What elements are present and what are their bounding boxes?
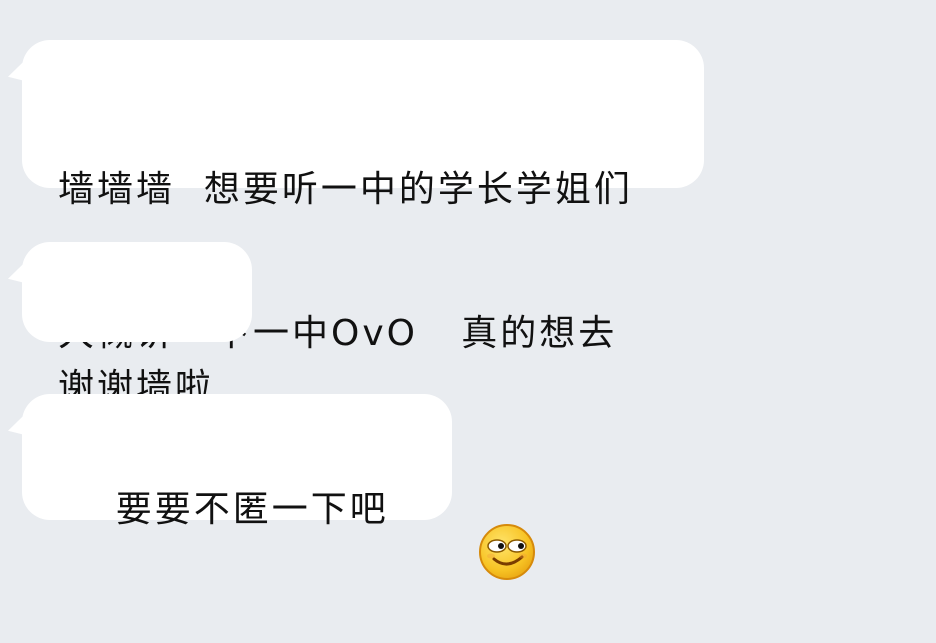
smirk-face-icon-svg [479, 524, 536, 580]
message-bubble[interactable]: 要要不匿一下吧 [22, 394, 536, 580]
message-bubble[interactable]: 谢谢墙啦 [22, 242, 252, 408]
smirk-face-icon [391, 474, 536, 580]
chat-view: 墙墙墙 想要听一中的学长学姐们 大概讲一下一中OvO 真的想去 谢谢墙啦 要要不… [0, 0, 936, 580]
message-text-line-1: 墙墙墙 想要听一中的学长学姐们 [58, 169, 633, 210]
message-text: 要要不匿一下吧 [115, 489, 389, 530]
message-bubble[interactable]: 墙墙墙 想要听一中的学长学姐们 大概讲一下一中OvO 真的想去 [22, 40, 704, 354]
